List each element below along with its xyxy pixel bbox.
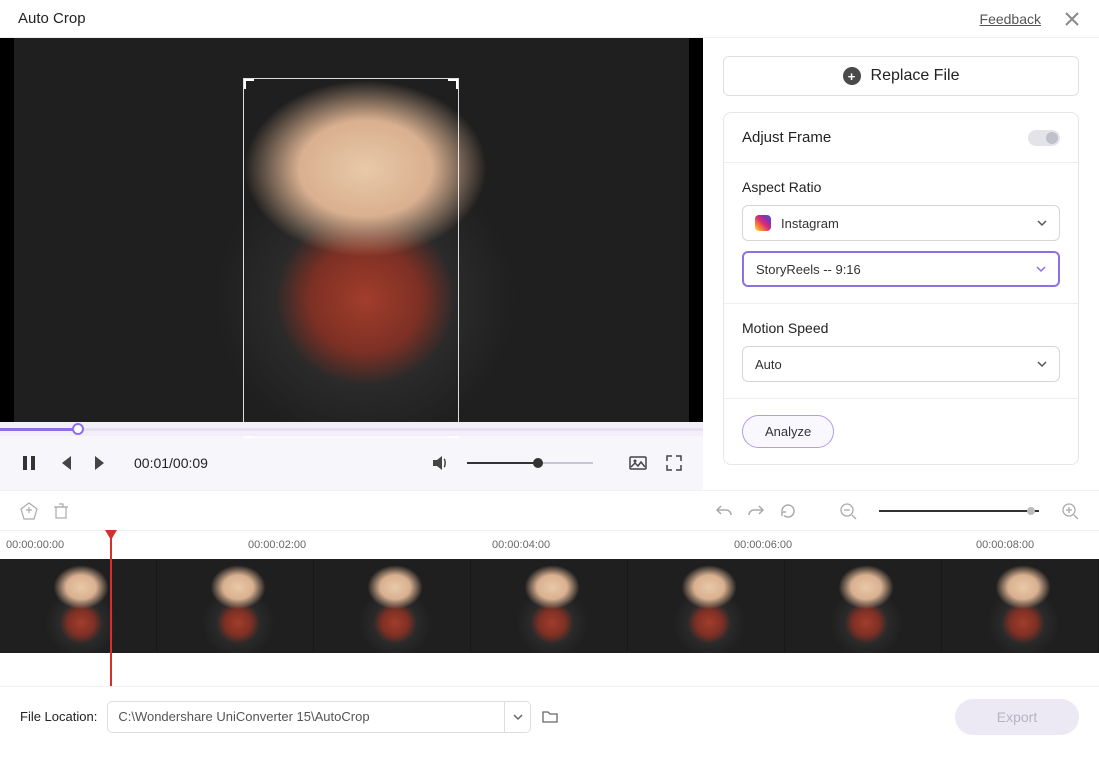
delete-icon[interactable] [52, 502, 70, 520]
file-location-field[interactable]: C:\Wondershare UniConverter 15\AutoCrop [107, 701, 531, 733]
ruler-tick: 00:00:02:00 [248, 539, 306, 551]
file-location-label: File Location: [20, 709, 97, 724]
ruler-tick: 00:00:00:00 [6, 539, 64, 551]
timeline[interactable]: 00:00:00:00 00:00:02:00 00:00:04:00 00:0… [0, 530, 1099, 686]
snapshot-icon[interactable] [629, 454, 647, 472]
fullscreen-icon[interactable] [665, 454, 683, 472]
timeline-ruler[interactable]: 00:00:00:00 00:00:02:00 00:00:04:00 00:0… [0, 531, 1099, 559]
redo-icon[interactable] [747, 502, 765, 520]
seek-thumb[interactable] [72, 423, 84, 435]
replace-file-label: Replace File [871, 67, 960, 85]
zoom-slider[interactable] [879, 510, 1039, 512]
refresh-icon[interactable] [779, 502, 797, 520]
file-location-path: C:\Wondershare UniConverter 15\AutoCrop [108, 709, 504, 724]
adjust-frame-toggle[interactable] [1028, 130, 1060, 146]
timeline-thumb [314, 559, 471, 653]
prev-frame-button[interactable] [56, 454, 74, 472]
ruler-tick: 00:00:04:00 [492, 539, 550, 551]
pause-button[interactable] [20, 454, 38, 472]
replace-file-button[interactable]: + Replace File [723, 56, 1079, 96]
open-folder-icon[interactable] [541, 708, 559, 726]
ruler-tick: 00:00:06:00 [734, 539, 792, 551]
aspect-ratio-dropdown[interactable]: StoryReels -- 9:16 [742, 251, 1060, 287]
volume-icon[interactable] [431, 454, 449, 472]
export-button[interactable]: Export [955, 699, 1079, 735]
aspect-ratio-label: Aspect Ratio [742, 179, 1060, 195]
timeline-thumb [785, 559, 942, 653]
adjust-frame-label: Adjust Frame [742, 129, 831, 146]
timeline-thumb [471, 559, 628, 653]
volume-slider[interactable] [467, 462, 593, 464]
plus-icon: + [843, 67, 861, 85]
playback-time: 00:01/00:09 [134, 455, 208, 471]
analyze-button[interactable]: Analyze [742, 415, 834, 448]
aspect-ratio-value: StoryReels -- 9:16 [756, 262, 861, 277]
chevron-down-icon [1037, 218, 1047, 228]
timeline-thumb [0, 559, 157, 653]
instagram-icon [755, 215, 771, 231]
timeline-thumb [157, 559, 314, 653]
close-icon[interactable] [1063, 10, 1081, 28]
timeline-thumb [942, 559, 1099, 653]
platform-value: Instagram [781, 216, 839, 231]
add-marker-icon[interactable] [20, 502, 38, 520]
ruler-tick: 00:00:08:00 [976, 539, 1034, 551]
motion-speed-value: Auto [755, 357, 782, 372]
zoom-out-icon[interactable] [839, 502, 857, 520]
motion-speed-label: Motion Speed [742, 320, 1060, 336]
video-preview[interactable] [0, 38, 703, 422]
crop-frame[interactable] [243, 78, 459, 438]
platform-dropdown[interactable]: Instagram [742, 205, 1060, 241]
undo-icon[interactable] [715, 502, 733, 520]
next-frame-button[interactable] [92, 454, 110, 472]
chevron-down-icon [1037, 359, 1047, 369]
timeline-thumb [628, 559, 785, 653]
chevron-down-icon [1036, 264, 1046, 274]
motion-speed-dropdown[interactable]: Auto [742, 346, 1060, 382]
playhead[interactable] [110, 531, 112, 686]
feedback-link[interactable]: Feedback [980, 11, 1041, 27]
seek-bar[interactable] [0, 422, 703, 436]
file-location-dropdown[interactable] [504, 702, 530, 732]
zoom-in-icon[interactable] [1061, 502, 1079, 520]
timeline-thumbnails[interactable] [0, 559, 1099, 653]
window-title: Auto Crop [18, 10, 86, 27]
